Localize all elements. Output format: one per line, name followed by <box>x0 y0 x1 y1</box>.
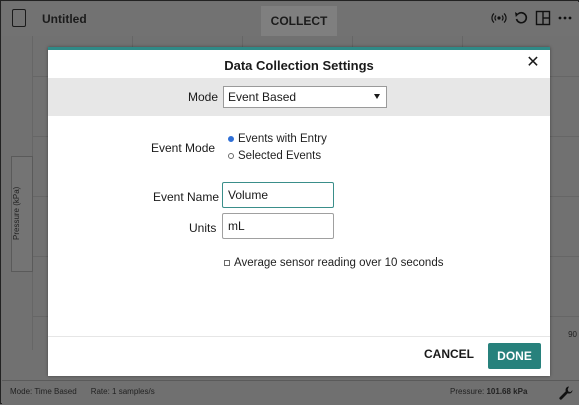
radio-unselected-icon[interactable] <box>228 153 234 159</box>
radio-selected-icon[interactable] <box>228 136 234 142</box>
y-axis-label[interactable]: Pressure (kPa) <box>12 161 30 265</box>
units-label: Units <box>189 221 217 235</box>
app-window: Untitled COLLECT Pressure (kPa) 90 Mode:… <box>0 0 579 405</box>
sensor-reading-label: Pressure: <box>450 387 485 396</box>
more-icon[interactable] <box>557 9 573 27</box>
mode-label: Mode <box>188 90 219 104</box>
event-mode-label: Event Mode <box>151 141 216 155</box>
dialog-header: Data Collection Settings ✕ <box>48 50 550 78</box>
checkbox-icon[interactable] <box>224 260 230 266</box>
mode-row: Mode Event Based <box>48 78 550 116</box>
data-collection-settings-dialog: Data Collection Settings ✕ Mode Event Ba… <box>48 47 550 376</box>
sample-rate-status[interactable]: Rate: 1 samples/s <box>91 387 155 396</box>
event-name-label: Event Name <box>153 190 220 204</box>
collect-button[interactable]: COLLECT <box>261 6 337 36</box>
done-button[interactable]: DONE <box>488 343 541 369</box>
sensor-reading-value: 101.68 kPa <box>486 387 528 396</box>
radio-selected-events[interactable]: Selected Events <box>228 150 321 162</box>
x-axis-tick: 90 <box>568 330 577 339</box>
chevron-down-icon <box>374 94 380 99</box>
close-icon[interactable]: ✕ <box>525 55 541 71</box>
top-app-bar: Untitled COLLECT <box>2 2 579 36</box>
document-icon[interactable] <box>12 9 26 27</box>
average-reading-label: Average sensor reading over 10 seconds <box>234 257 444 269</box>
radio-label: Selected Events <box>238 150 322 162</box>
mode-select-value: Event Based <box>228 90 297 104</box>
mode-select[interactable]: Event Based <box>223 86 387 108</box>
radio-events-with-entry[interactable]: Events with Entry <box>228 133 327 145</box>
wrench-icon[interactable] <box>558 385 574 401</box>
cancel-button[interactable]: CANCEL <box>424 347 474 361</box>
dialog-footer: CANCEL DONE <box>48 336 550 377</box>
undo-icon[interactable] <box>513 9 529 27</box>
sensor-reading[interactable]: Pressure: 101.68 kPa <box>450 387 527 396</box>
layout-icon[interactable] <box>535 9 551 27</box>
units-input[interactable] <box>222 213 334 239</box>
status-bar: Mode: Time Based Rate: 1 samples/s Press… <box>2 380 579 405</box>
toolbar-icons <box>491 9 573 27</box>
event-name-input[interactable] <box>222 182 334 208</box>
app-title[interactable]: Untitled <box>42 12 87 26</box>
average-reading-option[interactable]: Average sensor reading over 10 seconds <box>224 257 443 269</box>
dialog-title: Data Collection Settings <box>224 58 374 73</box>
status-left: Mode: Time Based Rate: 1 samples/s <box>10 387 155 396</box>
collection-mode-status[interactable]: Mode: Time Based <box>10 387 77 396</box>
radio-label: Events with Entry <box>238 133 327 145</box>
sensor-wireless-icon[interactable] <box>491 9 507 27</box>
